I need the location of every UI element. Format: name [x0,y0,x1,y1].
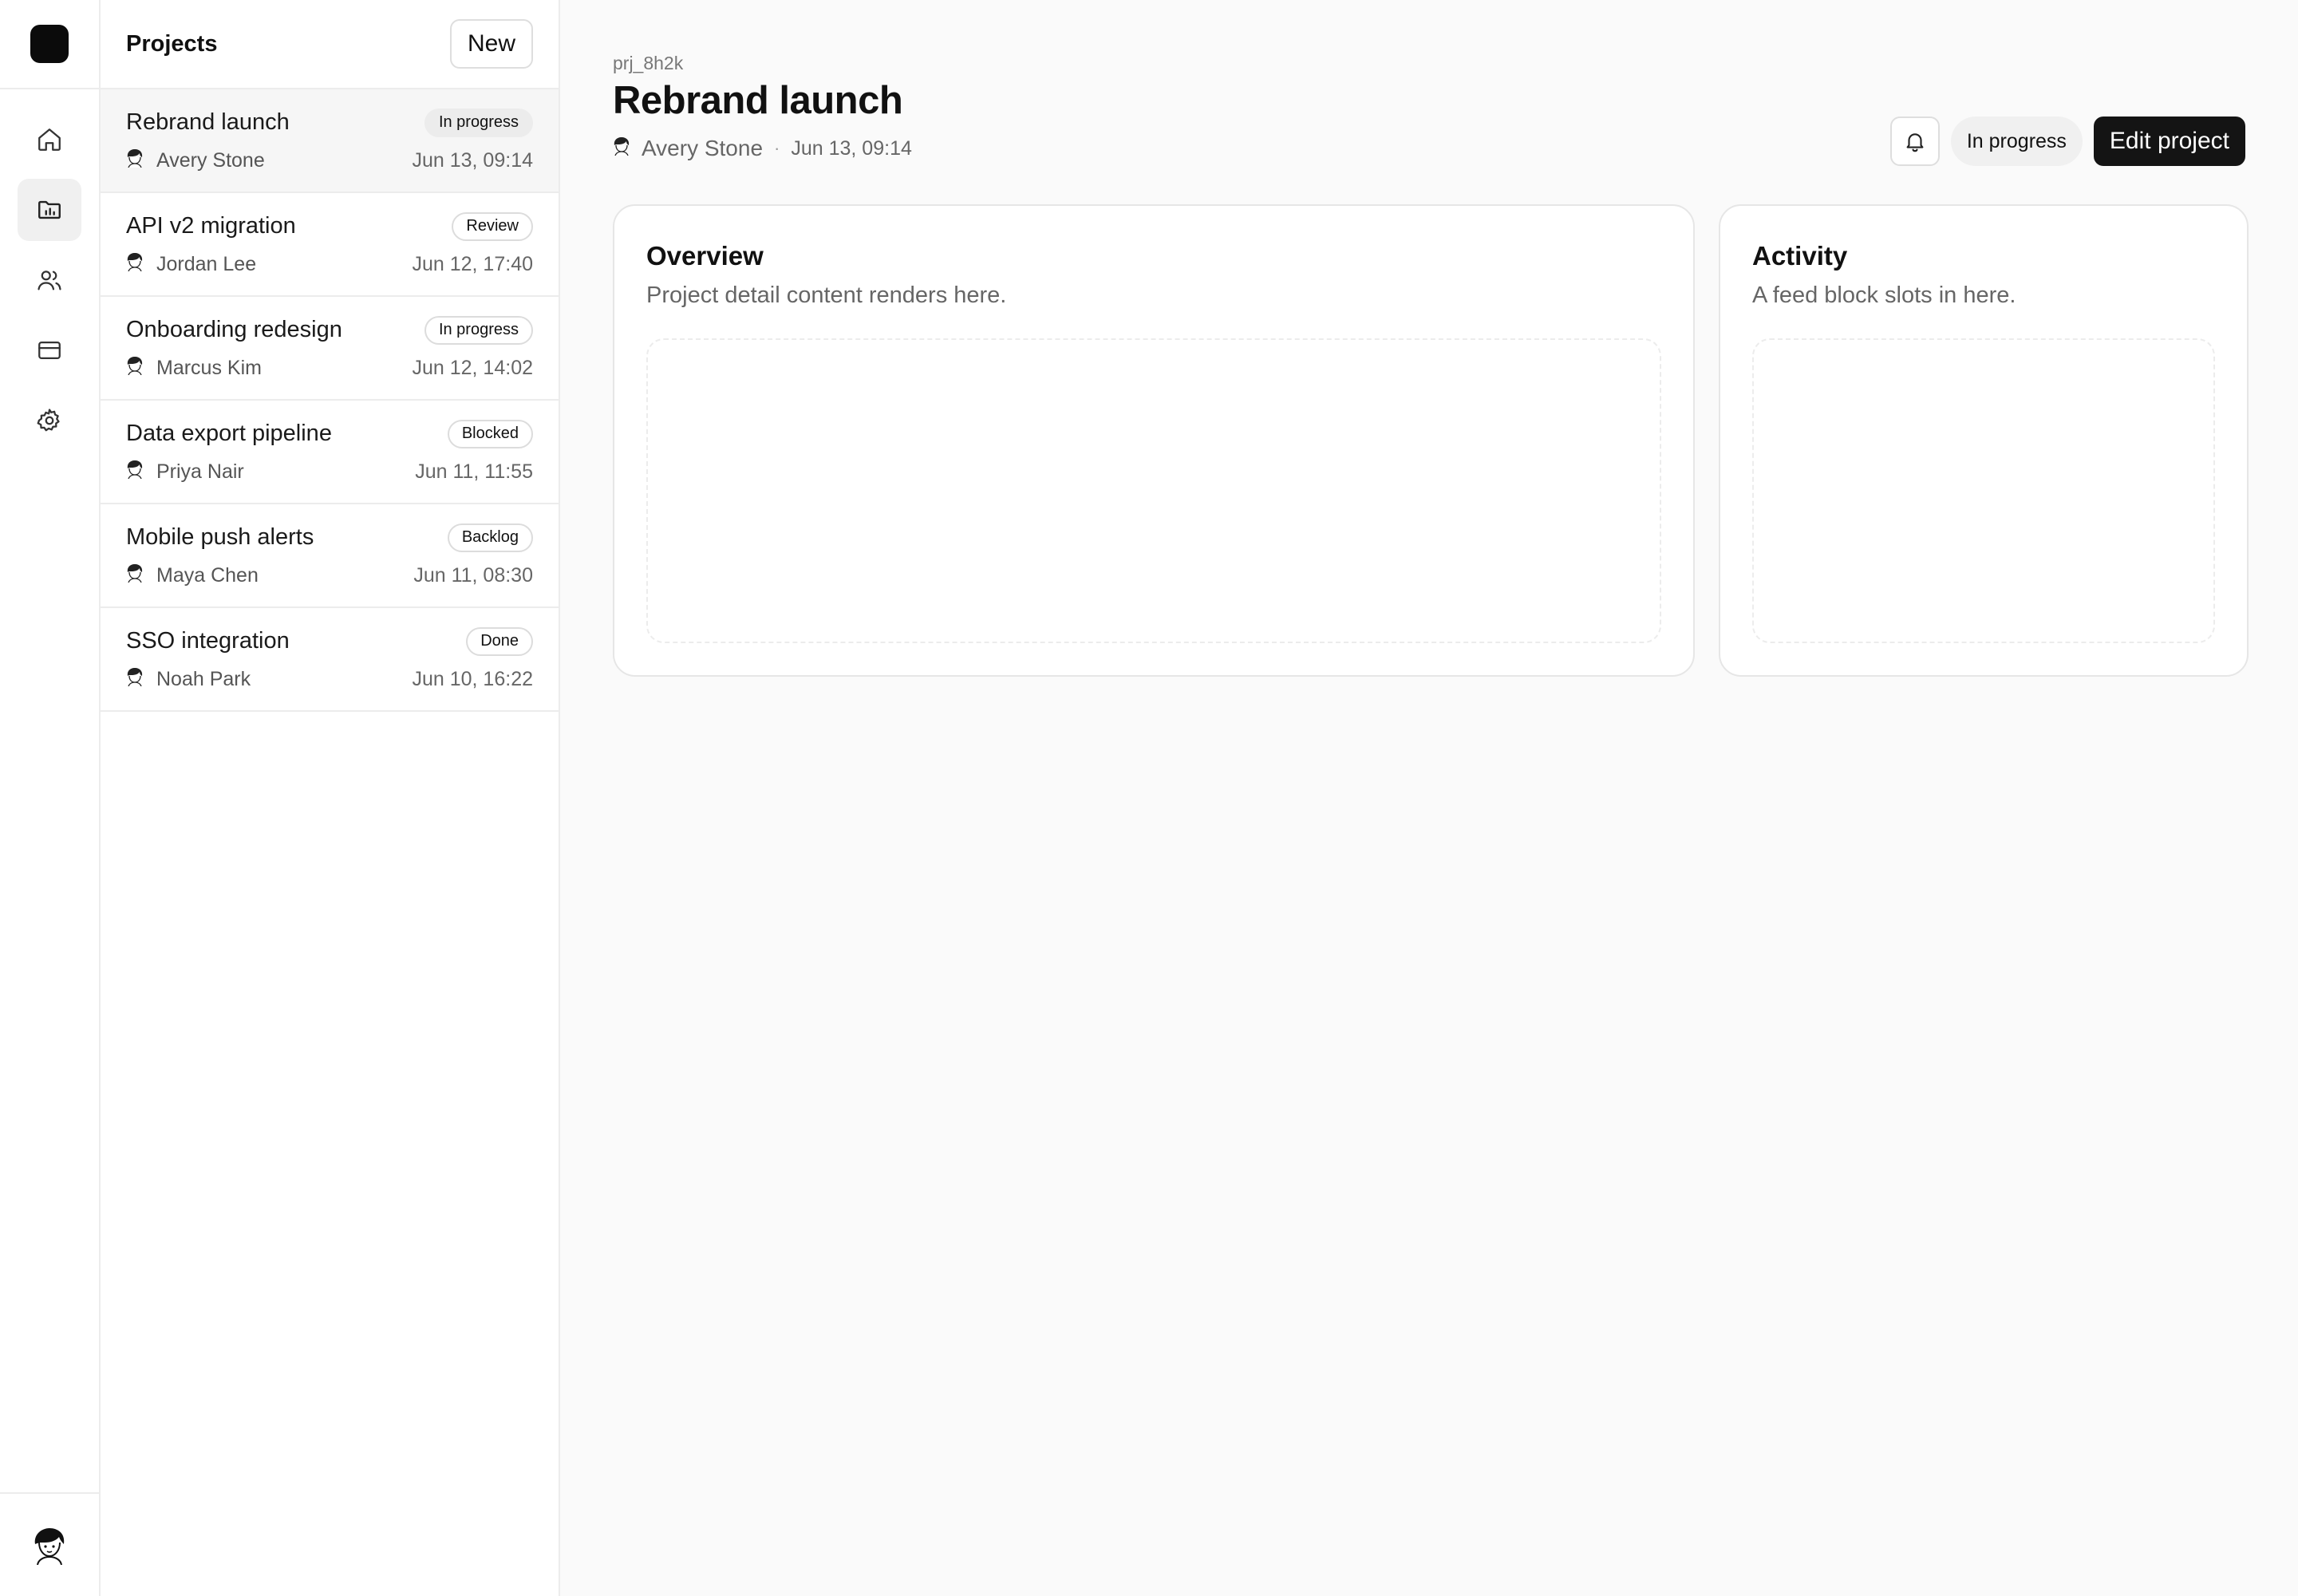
list-item-top: Mobile push alerts Backlog [126,523,533,552]
project-time: Jun 11, 11:55 [415,460,533,483]
owner-name: Avery Stone [156,148,265,172]
app-logo[interactable] [30,25,69,63]
nav-people[interactable] [18,249,81,311]
overview-title: Overview [646,241,764,271]
users-icon [38,271,61,290]
list-item[interactable]: Onboarding redesign In progress Marcus Kim… [101,297,559,401]
gear-icon [37,409,60,432]
project-time: Jun 11, 08:30 [413,563,533,587]
meta-separator: · [774,138,780,158]
overview-card: Overview Project detail content renders … [613,204,1695,677]
logo-area [0,0,99,89]
app-root: Projects New Rebrand launch In progress Av… [0,0,2298,1596]
project-list-pane: Projects New Rebrand launch In progress Av… [101,0,560,1596]
list-item-bottom: Maya Chen Jun 11, 08:30 [126,563,533,588]
project-list-title: Projects [126,30,218,57]
list-item-bottom: Jordan Lee Jun 12, 17:40 [126,252,533,277]
owner-avatar [126,148,144,173]
header-actions: In progress Edit project [1889,117,2245,166]
status-badge: In progress [1950,117,2083,166]
list-item-bottom: Avery Stone Jun 13, 09:14 [126,148,533,173]
user-avatar-icon[interactable] [31,1525,68,1565]
activity-card: Activity A feed block slots in here. [1719,204,2249,677]
list-item[interactable]: Mobile push alerts Backlog Maya Chen Jun 11… [101,504,559,608]
overview-content-slot [646,338,1661,643]
list-item[interactable]: Data export pipeline Blocked Priya Nair Jun… [101,401,559,504]
project-id: prj_8h2k [613,53,684,73]
page-title: Rebrand launch [613,79,903,122]
project-owner: Avery Stone [126,148,265,173]
project-owner: Avery Stone [642,136,764,160]
activity-feed-slot [1752,338,2215,643]
status-badge: In progress [424,108,533,137]
project-time: Jun 12, 14:02 [412,356,533,379]
project-name: API v2 migration [126,213,296,239]
project-detail: prj_8h2k Rebrand launch Avery Stone · Ju… [562,0,2298,1596]
project-updated-time: Jun 13, 09:14 [791,136,912,160]
list-item-bottom: Marcus Kim Jun 12, 14:02 [126,356,533,381]
list-item[interactable]: Rebrand launch In progress Avery Stone Jun … [101,89,559,193]
owner-name: Priya Nair [156,460,244,483]
status-badge: Review [452,211,533,241]
project-time: Jun 12, 17:40 [412,252,533,275]
rail-footer [0,1492,99,1596]
list-item-top: SSO integration Done [126,626,533,656]
list-item[interactable]: SSO integration Done Noah Park Jun 10, 16:2… [101,608,559,712]
notifications-button[interactable] [1889,117,1940,166]
list-item[interactable]: API v2 migration Review Jordan Lee Jun 12, … [101,193,559,297]
owner-avatar [126,460,144,484]
owner-avatar [126,563,144,588]
project-time: Jun 13, 09:14 [412,148,533,172]
status-badge: Done [466,626,533,656]
status-badge: Blocked [447,419,533,448]
owner-name: Maya Chen [156,563,259,587]
project-time: Jun 10, 16:22 [412,667,533,690]
list-item-top: Rebrand launch In progress [126,108,533,137]
status-badge: Backlog [447,523,533,552]
nav-projects[interactable] [18,179,81,241]
list-item-bottom: Noah Park Jun 10, 16:22 [126,667,533,692]
rail-nav [0,89,99,452]
list-item-top: Onboarding redesign In progress [126,315,533,345]
edit-project-button[interactable]: Edit project [2093,117,2245,166]
owner-name: Noah Park [156,667,251,690]
list-item-top: API v2 migration Review [126,211,533,241]
bell-icon [1906,133,1924,152]
project-name: SSO integration [126,628,290,654]
project-owner: Priya Nair [126,460,244,484]
owner-avatar [126,356,144,381]
owner-avatar [126,667,144,692]
activity-subtitle: A feed block slots in here. [1752,282,2016,308]
owner-name: Marcus Kim [156,356,262,379]
owner-avatar [126,252,144,277]
credit-card-icon [38,341,61,360]
owner-avatar [613,136,630,161]
project-list: Rebrand launch In progress Avery Stone Jun … [101,89,559,712]
nav-settings[interactable] [18,389,81,452]
project-name: Rebrand launch [126,109,290,135]
project-owner: Maya Chen [126,563,259,588]
project-list-header: Projects New [101,0,559,89]
home-icon [38,128,61,151]
nav-billing[interactable] [18,319,81,381]
icon-rail [0,0,101,1596]
project-name: Data export pipeline [126,421,332,446]
status-badge: In progress [424,315,533,345]
folder-chart-icon [38,200,61,219]
project-name: Mobile push alerts [126,524,314,550]
list-item-top: Data export pipeline Blocked [126,419,533,448]
nav-home[interactable] [18,109,81,171]
overview-subtitle: Project detail content renders here. [646,282,1007,308]
list-item-bottom: Priya Nair Jun 11, 11:55 [126,460,533,484]
owner-name: Jordan Lee [156,252,257,275]
activity-title: Activity [1752,241,1848,271]
project-name: Onboarding redesign [126,317,342,342]
project-owner: Jordan Lee [126,252,256,277]
project-owner: Noah Park [126,667,251,692]
project-owner: Marcus Kim [126,356,262,381]
project-meta: Avery Stone · Jun 13, 09:14 [613,136,912,161]
new-project-button[interactable]: New [449,19,533,69]
